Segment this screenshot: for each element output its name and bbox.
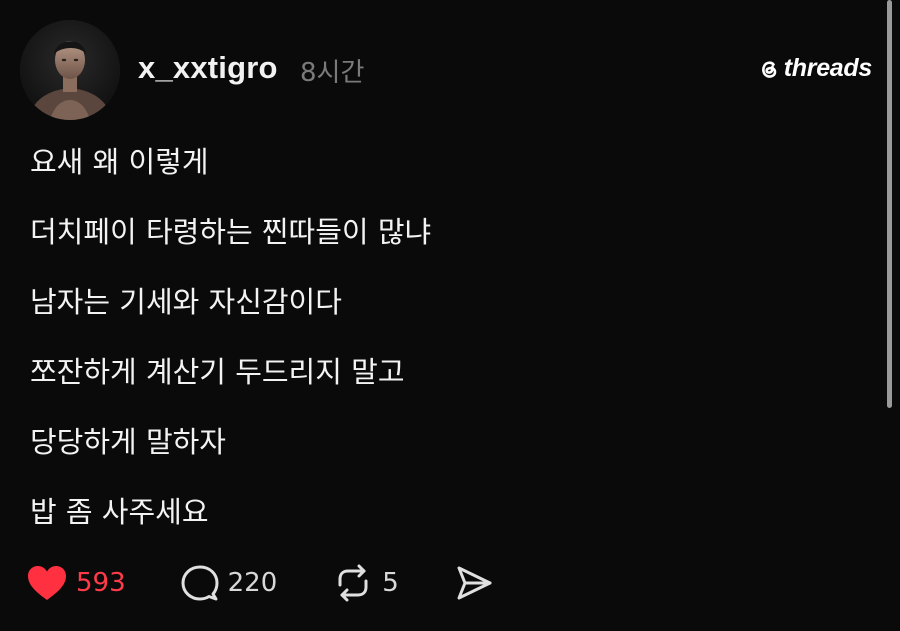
like-button[interactable]: 593: [26, 564, 126, 602]
comment-icon: [181, 565, 219, 601]
repost-count: 5: [382, 568, 399, 598]
threads-post: x_xxtigro 8시간 threads 요새 왜 이렇게 더치페이 타령하는…: [0, 0, 900, 631]
post-line: 밥 좀 사주세요: [30, 495, 209, 529]
post-line: 당당하게 말하자: [30, 425, 226, 459]
post-line: 쪼잔하게 계산기 두드리지 말고: [30, 355, 405, 389]
repost-button[interactable]: 5: [332, 563, 399, 603]
action-bar: 593 220 5: [26, 560, 494, 606]
post-line: 남자는 기세와 자신감이다: [30, 285, 342, 319]
post-line: 더치페이 타령하는 찐따들이 많냐: [30, 215, 432, 249]
post-line: 요새 왜 이렇게: [30, 145, 209, 179]
share-icon: [457, 566, 492, 600]
threads-wordmark: threads: [783, 54, 873, 82]
avatar[interactable]: [20, 20, 120, 120]
comment-button[interactable]: 220: [180, 563, 278, 603]
scrollbar[interactable]: [887, 0, 892, 408]
comment-count: 220: [227, 568, 278, 598]
heart-icon: [28, 566, 66, 600]
threads-brand: threads: [758, 54, 872, 83]
post-time: 8시간: [300, 58, 365, 88]
repost-icon: [338, 564, 368, 602]
share-button[interactable]: [454, 563, 494, 603]
post-body: 요새 왜 이렇게 더치페이 타령하는 찐따들이 많냐 남자는 기세와 자신감이다…: [30, 145, 431, 565]
username[interactable]: x_xxtigro: [138, 50, 278, 86]
threads-logo-icon: [761, 60, 777, 78]
like-count: 593: [76, 568, 126, 598]
